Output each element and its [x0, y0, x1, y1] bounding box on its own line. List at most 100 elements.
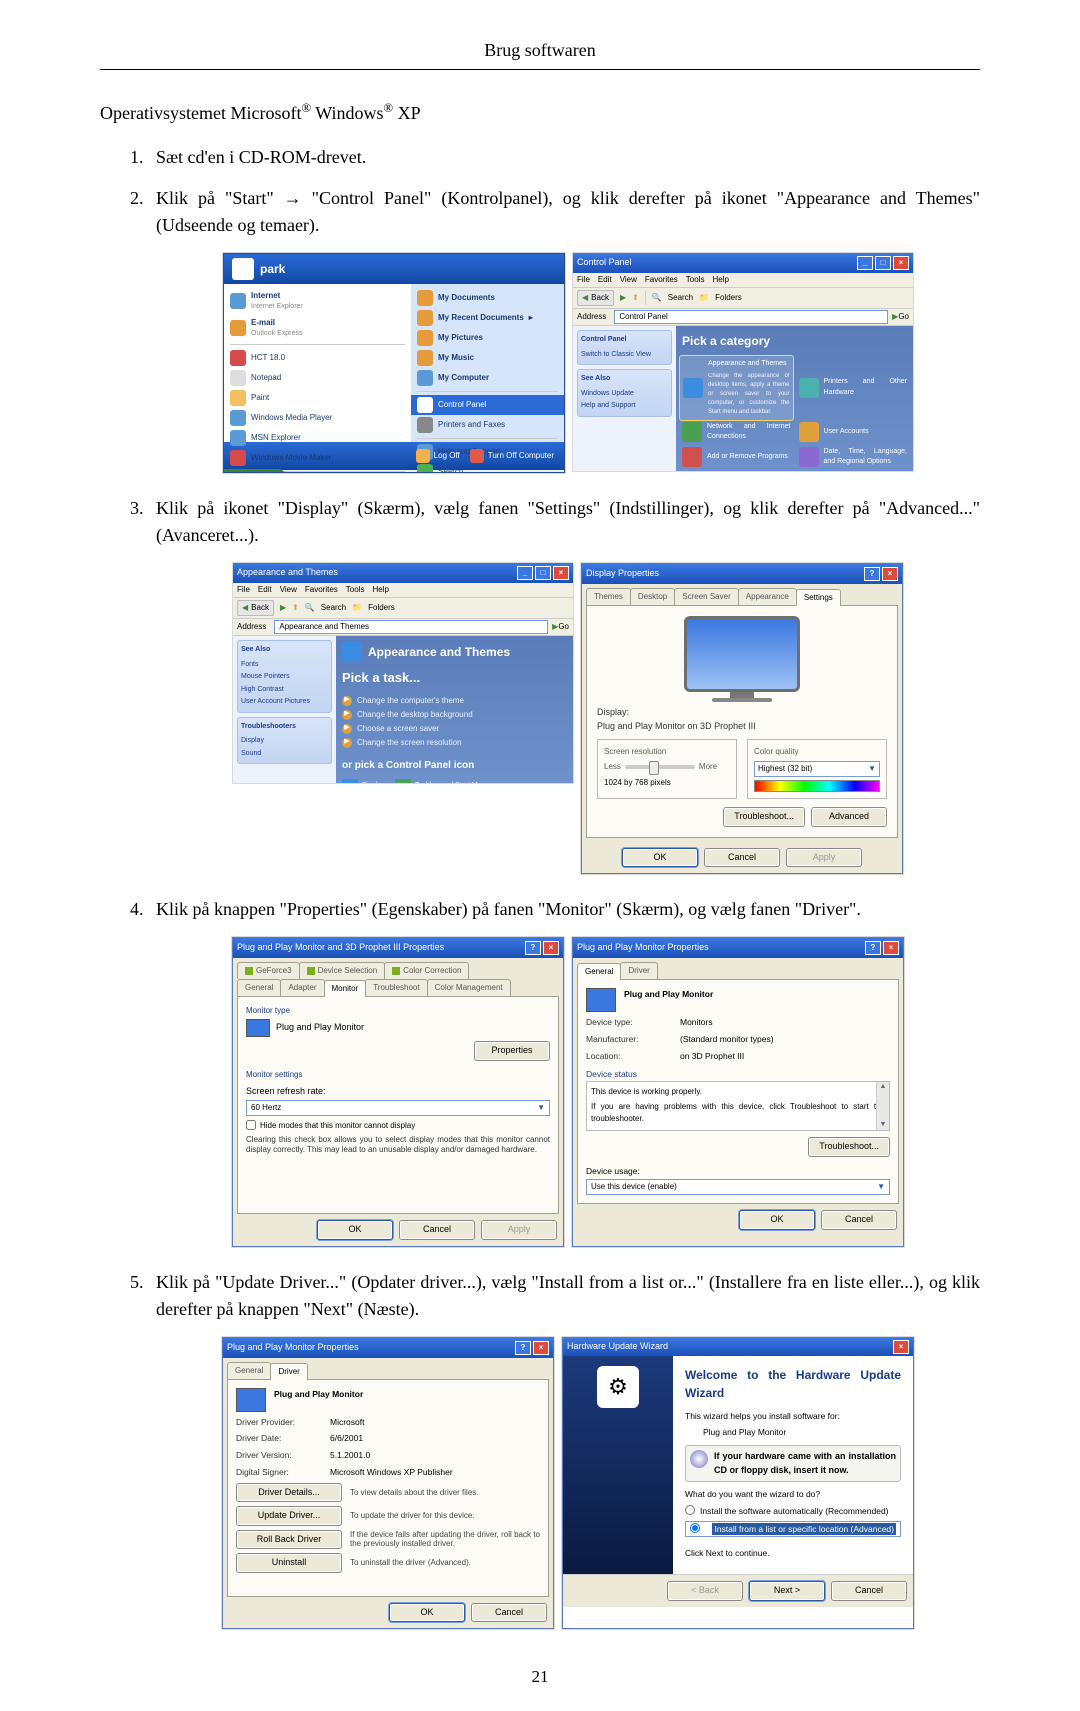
at-menubar[interactable]: File Edit View Favorites Tools Help: [233, 583, 573, 597]
folders-icon[interactable]: 📁: [352, 602, 362, 614]
back-button[interactable]: < Back: [667, 1581, 743, 1601]
apply-button[interactable]: Apply: [786, 848, 862, 868]
taskbar-icon-item[interactable]: Taskbar and Start Menu: [395, 779, 489, 784]
menu-favorites[interactable]: Favorites: [645, 274, 678, 286]
account-pictures-link[interactable]: User Account Pictures: [241, 696, 328, 709]
back-button[interactable]: ◀Back: [237, 600, 274, 616]
tab-appearance[interactable]: Appearance: [738, 588, 797, 605]
sm-wmp[interactable]: Windows Media Player: [251, 412, 332, 424]
close-icon[interactable]: ×: [883, 941, 899, 955]
tab-color-management[interactable]: Color Management: [427, 979, 511, 996]
radio-auto[interactable]: Install the software automatically (Reco…: [685, 1505, 901, 1518]
tab-general[interactable]: General: [577, 963, 621, 980]
up-icon[interactable]: ⬆: [632, 292, 639, 304]
close-icon[interactable]: ×: [553, 566, 569, 580]
high-contrast-link[interactable]: High Contrast: [241, 684, 328, 697]
forward-arrow-icon[interactable]: ▶: [620, 292, 626, 304]
task-resolution[interactable]: ▶Change the screen resolution: [342, 736, 567, 750]
troubleshoot-button[interactable]: Troubleshoot...: [723, 807, 805, 827]
refresh-rate-select[interactable]: 60 Hertz ▼: [246, 1100, 550, 1116]
menu-favorites[interactable]: Favorites: [305, 584, 338, 596]
help-support-link[interactable]: Help and Support: [581, 400, 668, 413]
minimize-icon[interactable]: _: [857, 256, 873, 270]
search-icon[interactable]: 🔍: [652, 292, 662, 304]
forward-arrow-icon[interactable]: ▶: [280, 602, 286, 614]
tab-device-selection[interactable]: Device Selection: [299, 962, 386, 979]
sound-trouble-link[interactable]: Sound: [241, 748, 328, 761]
sm-notepad[interactable]: Notepad: [251, 372, 281, 384]
troubleshoot-button[interactable]: Troubleshoot...: [808, 1137, 890, 1157]
sm-search[interactable]: Search: [438, 466, 463, 473]
minimize-icon[interactable]: _: [517, 566, 533, 580]
task-screensaver[interactable]: ▶Choose a screen saver: [342, 722, 567, 736]
start-button[interactable]: start: [224, 469, 286, 473]
cancel-button[interactable]: Cancel: [399, 1220, 475, 1240]
tab-driver[interactable]: Driver: [270, 1363, 307, 1380]
sm-recent[interactable]: My Recent Documents: [438, 312, 524, 324]
sm-email[interactable]: E-mail: [251, 317, 302, 329]
radio-list[interactable]: Install from a list or specific location…: [685, 1521, 901, 1538]
tab-driver[interactable]: Driver: [620, 962, 657, 979]
cat-appearance[interactable]: Appearance and ThemesChange the appearan…: [679, 355, 794, 421]
menu-tools[interactable]: Tools: [686, 274, 705, 286]
help-icon[interactable]: ?: [864, 567, 880, 581]
scroll-up-icon[interactable]: ▲: [880, 1082, 887, 1093]
menu-edit[interactable]: Edit: [258, 584, 272, 596]
close-icon[interactable]: ×: [543, 941, 559, 955]
tab-settings[interactable]: Settings: [796, 589, 841, 606]
device-usage-select[interactable]: Use this device (enable) ▼: [586, 1179, 890, 1195]
fonts-link[interactable]: Fonts: [241, 659, 328, 672]
sm-turnoff[interactable]: Turn Off Computer: [488, 450, 554, 462]
uninstall-button[interactable]: Uninstall: [236, 1553, 342, 1573]
windows-update-link[interactable]: Windows Update: [581, 388, 668, 401]
help-icon[interactable]: ?: [525, 941, 541, 955]
up-icon[interactable]: ⬆: [292, 602, 299, 614]
menu-help[interactable]: Help: [712, 274, 728, 286]
tab-general[interactable]: General: [227, 1362, 271, 1379]
menu-edit[interactable]: Edit: [598, 274, 612, 286]
tab-adapter[interactable]: Adapter: [280, 979, 324, 996]
back-button[interactable]: ◀Back: [577, 290, 614, 306]
cat-addremove[interactable]: Add or Remove Programs: [682, 447, 791, 468]
tab-monitor[interactable]: Monitor: [324, 980, 367, 997]
sm-mycomputer[interactable]: My Computer: [438, 372, 489, 384]
ok-button[interactable]: OK: [622, 848, 698, 868]
cat-printers[interactable]: Printers and Other Hardware: [799, 358, 908, 418]
display-trouble-link[interactable]: Display: [241, 735, 328, 748]
tab-themes[interactable]: Themes: [586, 588, 631, 605]
roll-back-button[interactable]: Roll Back Driver: [236, 1530, 342, 1550]
address-field[interactable]: Control Panel: [614, 310, 888, 324]
ok-button[interactable]: OK: [739, 1210, 815, 1230]
close-icon[interactable]: ×: [533, 1341, 549, 1355]
help-icon[interactable]: ?: [515, 1341, 531, 1355]
menu-view[interactable]: View: [280, 584, 297, 596]
tab-color-correction[interactable]: Color Correction: [384, 962, 469, 979]
apply-button[interactable]: Apply: [481, 1220, 557, 1240]
cancel-button[interactable]: Cancel: [704, 848, 780, 868]
cat-datetime[interactable]: Date, Time, Language, and Regional Optio…: [799, 447, 908, 468]
menu-tools[interactable]: Tools: [346, 584, 365, 596]
mouse-pointers-link[interactable]: Mouse Pointers: [241, 671, 328, 684]
maximize-icon[interactable]: □: [875, 256, 891, 270]
help-icon[interactable]: ?: [865, 941, 881, 955]
maximize-icon[interactable]: □: [535, 566, 551, 580]
scroll-down-icon[interactable]: ▼: [880, 1120, 887, 1131]
sm-wmm[interactable]: Windows Movie Maker: [251, 452, 331, 464]
folders-icon[interactable]: 📁: [699, 292, 709, 304]
properties-button[interactable]: Properties: [474, 1041, 550, 1061]
sm-mydocs[interactable]: My Documents: [438, 292, 495, 304]
sm-controlpanel[interactable]: Control Panel: [438, 399, 486, 411]
update-driver-button[interactable]: Update Driver...: [236, 1506, 342, 1526]
search-icon[interactable]: 🔍: [305, 602, 315, 614]
ok-button[interactable]: OK: [389, 1603, 465, 1623]
color-quality-select[interactable]: Highest (32 bit) ▼: [754, 761, 880, 777]
sm-pictures[interactable]: My Pictures: [438, 332, 483, 344]
tab-general[interactable]: General: [237, 979, 281, 996]
cancel-button[interactable]: Cancel: [471, 1603, 547, 1623]
cat-network[interactable]: Network and Internet Connections: [682, 422, 791, 443]
advanced-button[interactable]: Advanced: [811, 807, 887, 827]
cancel-button[interactable]: Cancel: [821, 1210, 897, 1230]
ok-button[interactable]: OK: [317, 1220, 393, 1240]
display-icon-item[interactable]: Display: [342, 779, 385, 784]
menu-view[interactable]: View: [620, 274, 637, 286]
